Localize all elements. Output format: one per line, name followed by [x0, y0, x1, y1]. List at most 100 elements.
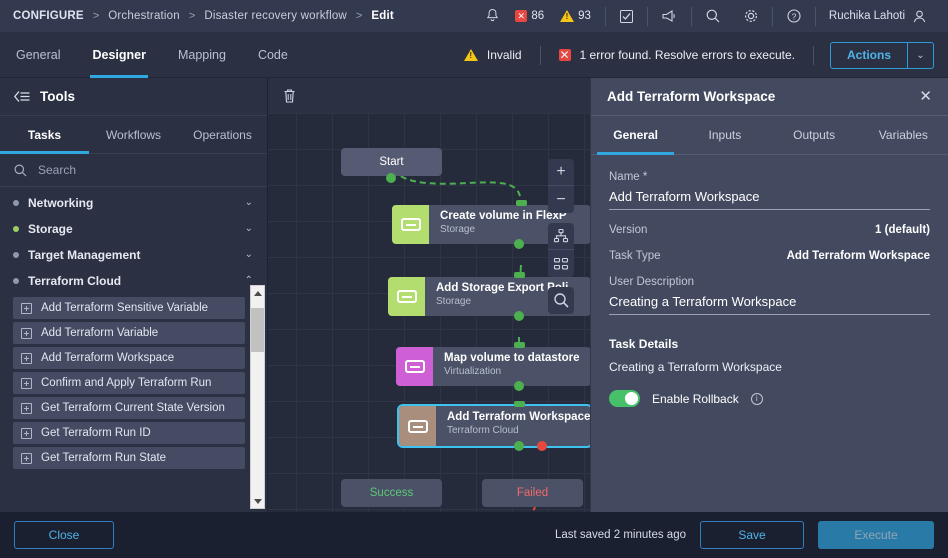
tab-mapping[interactable]: Mapping [162, 33, 242, 78]
divider [771, 6, 773, 26]
node-create-volume-output-port[interactable] [514, 239, 524, 249]
actions-button-label: Actions [846, 48, 891, 62]
node-text: Map volume to datastore Virtualization [433, 347, 579, 386]
close-icon[interactable]: ✕ [919, 89, 932, 104]
canvas-grid[interactable]: Start Create volume in FlexP Storage Add… [268, 113, 590, 512]
task-item-confirm-and-apply-terraform-run[interactable]: Confirm and Apply Terraform Run [13, 372, 245, 394]
execute-button[interactable]: Execute [818, 521, 934, 549]
bell-icon[interactable] [474, 0, 511, 33]
trash-icon[interactable] [282, 88, 297, 104]
enable-rollback-row: Enable Rollback i [609, 390, 930, 407]
node-icon-storage [388, 277, 425, 316]
node-export-policy-input-port[interactable] [514, 272, 525, 278]
chevron-down-icon[interactable]: ⌄ [907, 42, 933, 68]
tab-designer[interactable]: Designer [76, 33, 162, 78]
scrollbar-thumb[interactable] [251, 308, 264, 352]
tools-tab-tasks[interactable]: Tasks [0, 116, 89, 154]
gear-icon[interactable] [732, 0, 770, 33]
breadcrumb-item-workflow[interactable]: Disaster recovery workflow [204, 10, 347, 22]
properties-tab-variables[interactable]: Variables [859, 116, 948, 154]
error-message-label: 1 error found. Resolve errors to execute… [579, 48, 795, 62]
properties-tab-general[interactable]: General [591, 116, 680, 155]
workflow-canvas[interactable]: Start Create volume in FlexP Storage Add… [268, 78, 590, 512]
node-terraform-success-port[interactable] [514, 441, 524, 451]
task-details-text: Creating a Terraform Workspace [609, 360, 782, 374]
breadcrumb-item-orchestration[interactable]: Orchestration [108, 10, 180, 22]
version-value: 1 (default) [875, 224, 930, 236]
node-start[interactable]: Start [341, 148, 442, 176]
name-field[interactable]: Add Terraform Workspace [609, 183, 930, 210]
enable-rollback-toggle[interactable] [609, 390, 640, 407]
node-create-volume-input-port[interactable] [516, 200, 527, 206]
divider [812, 45, 814, 65]
tab-general[interactable]: General [0, 33, 76, 78]
warning-count-badge[interactable]: 93 [556, 10, 595, 22]
zoom-out-button[interactable]: − [548, 186, 574, 213]
node-map-volume-output-port[interactable] [514, 381, 524, 391]
properties-panel-body: Name * Add Terraform Workspace Version 1… [591, 155, 948, 407]
add-icon [21, 452, 32, 464]
zoom-find-icon[interactable] [548, 287, 574, 314]
help-icon[interactable]: ? [775, 0, 813, 33]
zoom-in-button[interactable]: + [548, 159, 574, 186]
node-add-terraform-workspace[interactable]: Add Terraform Workspace Terraform Cloud [399, 406, 590, 446]
properties-tab-inputs[interactable]: Inputs [680, 116, 769, 154]
task-item-add-terraform-sensitive-variable[interactable]: Add Terraform Sensitive Variable [13, 297, 245, 319]
tools-tab-operations[interactable]: Operations [178, 116, 267, 153]
chevron-down-icon[interactable]: ⌄ [245, 224, 253, 234]
tab-code[interactable]: Code [242, 33, 304, 78]
task-item-get-terraform-run-id[interactable]: Get Terraform Run ID [13, 422, 245, 444]
announcement-icon[interactable] [650, 0, 689, 33]
close-button[interactable]: Close [14, 521, 114, 549]
user-menu[interactable]: Ruchika Lahoti [818, 0, 938, 33]
user-description-field[interactable]: Creating a Terraform Workspace [609, 288, 930, 315]
properties-tab-outputs[interactable]: Outputs [770, 116, 859, 154]
scroll-down-arrow-icon[interactable] [251, 494, 264, 508]
tools-tab-workflows[interactable]: Workflows [89, 116, 178, 153]
category-target-management[interactable]: Target Management ⌄ [0, 242, 267, 268]
auto-layout-icon[interactable] [548, 223, 574, 250]
category-storage[interactable]: Storage ⌄ [0, 216, 267, 242]
task-item-get-terraform-current-state-version[interactable]: Get Terraform Current State Version [13, 397, 245, 419]
node-terraform-failure-port[interactable] [537, 441, 547, 451]
task-item-add-terraform-variable[interactable]: Add Terraform Variable [13, 322, 245, 344]
search-input[interactable]: Search [38, 163, 76, 177]
node-export-policy-output-port[interactable] [514, 311, 524, 321]
node-category-label: Virtualization [444, 366, 502, 377]
collapse-panel-icon[interactable] [13, 90, 30, 103]
node-map-volume-input-port[interactable] [514, 342, 525, 348]
node-map-volume-to-datastore[interactable]: Map volume to datastore Virtualization [396, 347, 590, 386]
task-item-label: Add Terraform Sensitive Variable [41, 302, 209, 314]
search-icon[interactable] [694, 0, 732, 33]
save-button[interactable]: Save [700, 521, 804, 549]
node-start-output-port[interactable] [386, 173, 396, 183]
info-icon[interactable]: i [750, 392, 763, 405]
align-nodes-icon[interactable] [548, 250, 574, 277]
task-item-add-terraform-workspace[interactable]: Add Terraform Workspace [13, 347, 245, 369]
task-item-get-terraform-run-state[interactable]: Get Terraform Run State [13, 447, 245, 469]
task-type-value: Add Terraform Workspace [786, 250, 930, 262]
node-success[interactable]: Success [341, 479, 442, 507]
breadcrumb-separator: > [188, 10, 196, 22]
error-count-value: 86 [531, 10, 545, 22]
breadcrumb-separator: > [355, 10, 363, 22]
scroll-up-arrow-icon[interactable] [251, 286, 264, 300]
node-failed[interactable]: Failed [482, 479, 583, 507]
divider [539, 45, 541, 65]
chevron-down-icon[interactable]: ⌄ [245, 198, 253, 208]
chevron-down-icon[interactable]: ⌄ [245, 250, 253, 260]
breadcrumb-item-configure[interactable]: CONFIGURE [13, 10, 84, 22]
error-icon: ✕ [515, 10, 528, 22]
node-category-label: Terraform Cloud [447, 425, 519, 436]
tools-list-scrollbar[interactable] [250, 285, 265, 509]
tools-search-row[interactable]: Search [0, 154, 267, 187]
checklist-icon[interactable] [608, 0, 645, 33]
task-type-label: Task Type [609, 250, 661, 262]
category-networking[interactable]: Networking ⌄ [0, 190, 267, 216]
node-text: Add Storage Export Poli Storage [425, 277, 568, 316]
node-terraform-input-port[interactable] [514, 401, 525, 407]
add-icon [21, 402, 32, 414]
error-count-badge[interactable]: ✕ 86 [511, 10, 548, 22]
actions-button[interactable]: Actions ⌄ [829, 41, 934, 69]
category-terraform-cloud[interactable]: Terraform Cloud ⌃ [0, 268, 267, 294]
